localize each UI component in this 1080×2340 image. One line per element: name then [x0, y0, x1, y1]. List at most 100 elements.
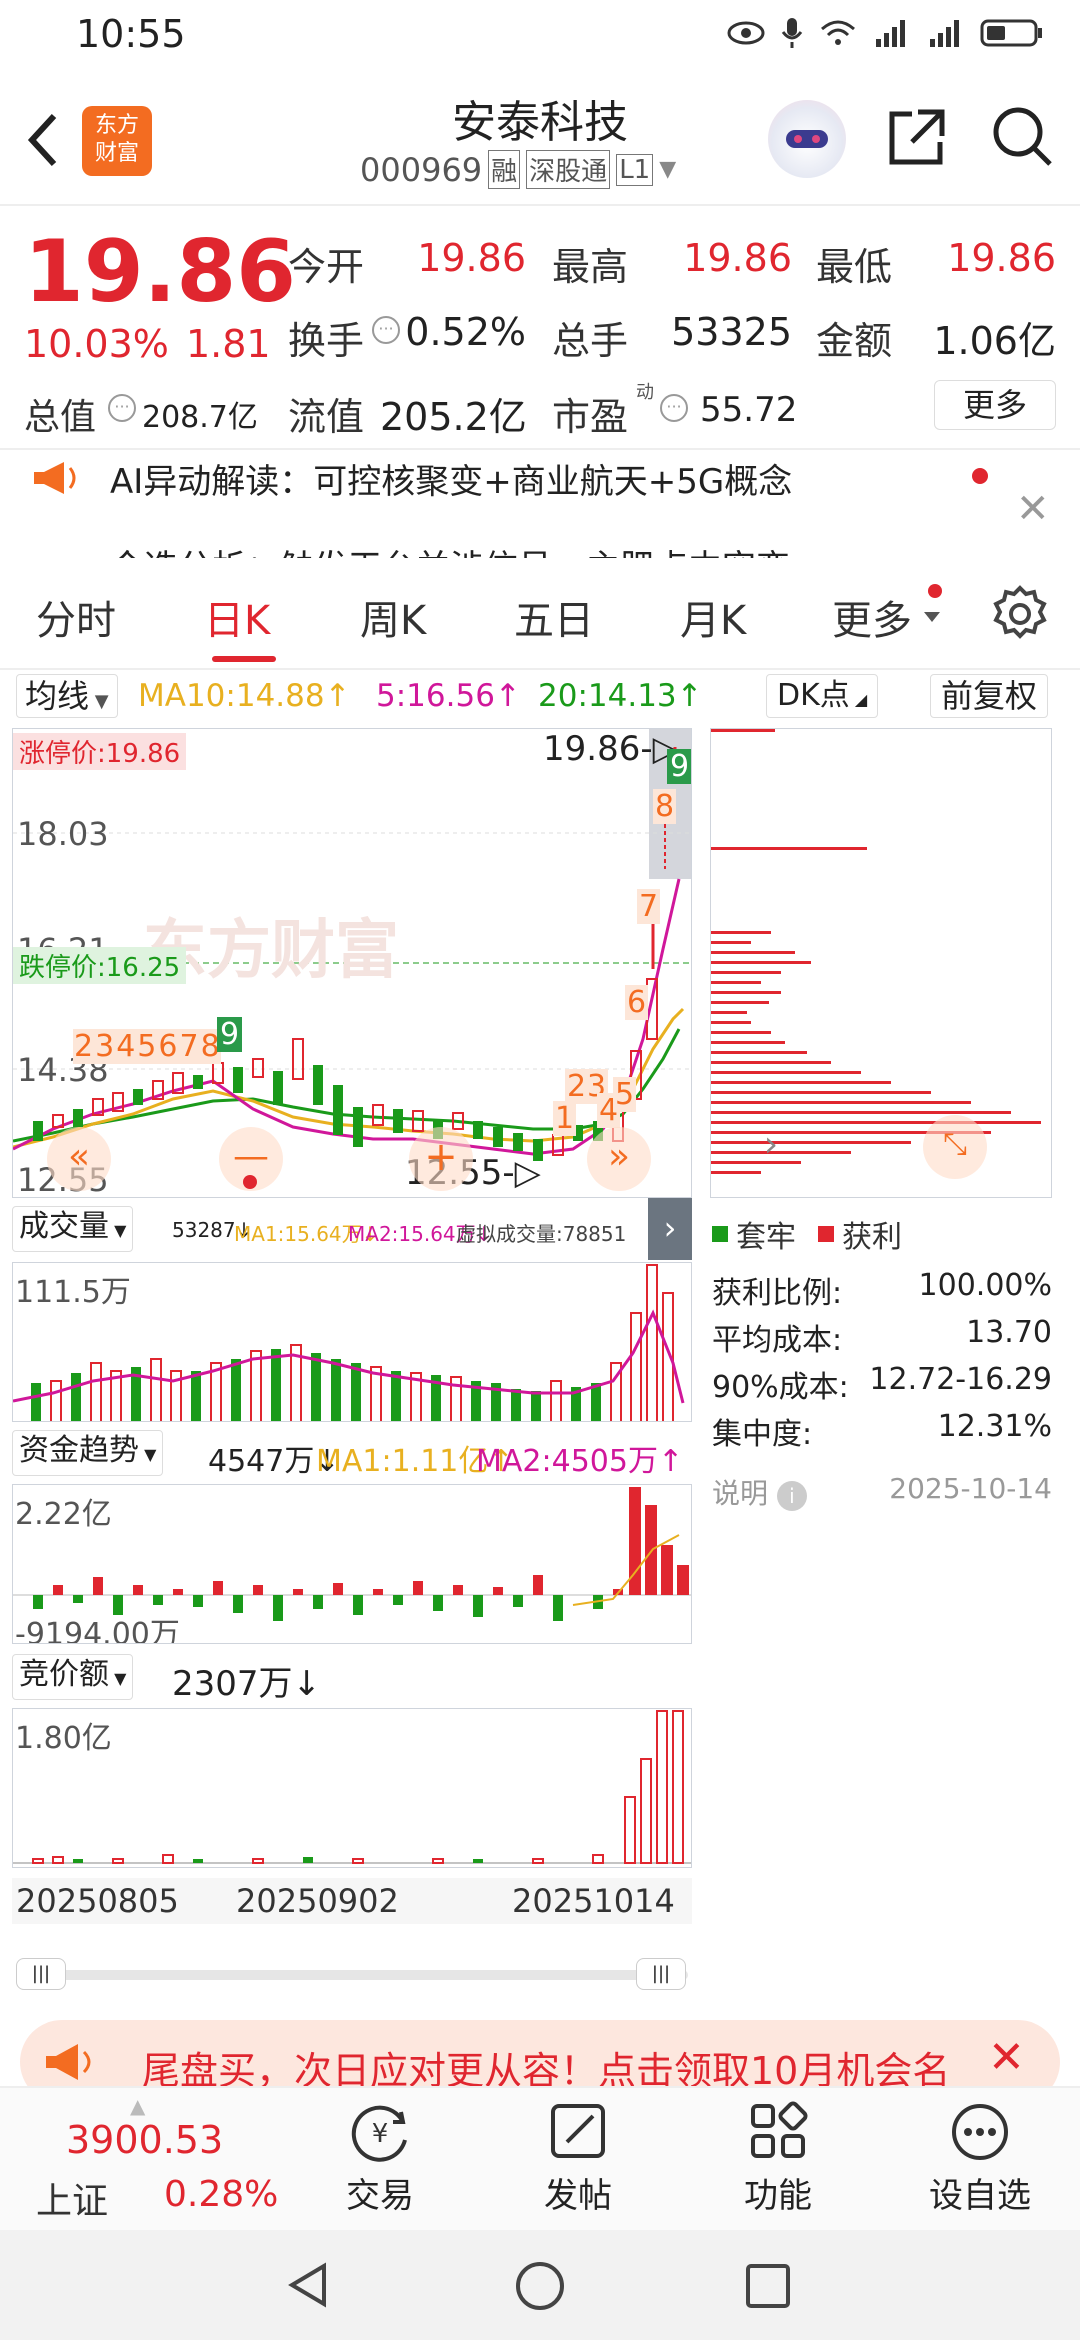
index-pct: 0.28%	[164, 2174, 279, 2215]
share-icon[interactable]	[884, 104, 950, 170]
chip-distribution-chart[interactable]: › ⤡	[710, 728, 1052, 1198]
active-tab-underline	[212, 656, 276, 662]
ma-selector[interactable]: 均线 ▼	[16, 674, 118, 718]
pe-info-icon[interactable]: ···	[660, 394, 688, 422]
mic-icon	[781, 18, 803, 48]
chip-row: 获利比例: 100.00%	[712, 1268, 1052, 1315]
fund-ma2: MA2:4505万↑	[476, 1444, 684, 1479]
legend-profit: 获利	[842, 1220, 902, 1255]
chip-note[interactable]: 说明 i 2025-10-14	[712, 1472, 1052, 1512]
nav-recents-icon[interactable]	[744, 2262, 792, 2310]
mktcap-value: 208.7亿	[142, 400, 258, 435]
period-tabs: 分时 日K 周K 五日 月K 更多	[0, 560, 1080, 670]
change-pct: 10.03%	[24, 322, 169, 366]
fund-selector-label: 资金趋势	[19, 1433, 139, 1468]
profit-swatch	[818, 1226, 834, 1242]
stock-code-line[interactable]: 000969 融 深股通 L1 ▼	[360, 150, 676, 189]
nav-watchlist-label: 设自选	[929, 2176, 1031, 2216]
news-second-line: 今选分析：触发天台并涉信号，主肥点中突变	[110, 540, 790, 558]
turn-4: 4	[115, 1029, 137, 1064]
zoom-dot	[243, 1175, 257, 1189]
dk-point-button[interactable]: DK点 ◢	[766, 674, 879, 718]
dropdown-icon: ▼	[659, 157, 677, 182]
nav-function-label: 功能	[744, 2176, 812, 2216]
chip-expand-icon[interactable]: ⤡	[923, 1115, 987, 1179]
chip-value: 100.00%	[918, 1268, 1052, 1303]
auction-selector[interactable]: 竞价额 ▼	[12, 1654, 134, 1700]
chip-value: 13.70	[966, 1315, 1052, 1350]
mktcap-label: 总值	[24, 397, 97, 438]
tab-monthly-k[interactable]: 月K	[680, 588, 746, 646]
tab-five-day[interactable]: 五日	[514, 588, 594, 646]
chip-left-arrow-icon[interactable]: ›	[739, 1115, 803, 1179]
nav-watchlist[interactable]: 设自选	[910, 2100, 1050, 2220]
turnover-label: 换手	[288, 319, 365, 363]
volume-selector[interactable]: 成交量 ▼	[12, 1206, 134, 1252]
kline-chart[interactable]: 东方财富 涨停价:19.86 18.03 16.21 跌停价:16.25 14.…	[12, 728, 692, 1198]
turn-7: 7	[178, 1029, 200, 1064]
slider-left-handle[interactable]: |||	[16, 1958, 66, 1990]
level-tag: L1	[616, 153, 654, 186]
last-price: 19.86	[24, 222, 297, 322]
limit-up-label: 涨停价:19.86	[13, 733, 187, 770]
range-slider[interactable]: ||| |||	[16, 1958, 688, 1990]
nav-function[interactable]: 功能	[718, 2100, 838, 2220]
more-button[interactable]: 更多	[934, 380, 1056, 430]
chip-row: 集中度: 12.31%	[712, 1409, 1052, 1456]
date-axis: 20250805 20250902 20251014	[12, 1878, 692, 1924]
more-dots-icon	[952, 2104, 1008, 2160]
more-tab-dot	[928, 584, 942, 598]
nav-post[interactable]: 发帖	[518, 2100, 638, 2220]
scroll-right-icon[interactable]: »	[587, 1127, 651, 1191]
more-tab-arrow	[924, 612, 940, 622]
tab-daily-k[interactable]: 日K	[204, 588, 270, 646]
settings-gear-icon[interactable]	[990, 584, 1050, 644]
search-icon[interactable]	[988, 102, 1056, 170]
expand-arrow-icon[interactable]: ›	[648, 1198, 692, 1260]
tab-weekly-k[interactable]: 周K	[360, 588, 426, 646]
zoom-in-icon[interactable]: +	[409, 1127, 473, 1191]
banner-close-icon[interactable]: ✕	[988, 2032, 1025, 2083]
tab-intraday[interactable]: 分时	[36, 588, 116, 646]
high-value: 19.86	[683, 236, 792, 280]
corner-icon: ◢	[849, 690, 868, 709]
info-icon[interactable]: ···	[372, 316, 400, 344]
chip-label: 平均成本:	[712, 1323, 843, 1358]
index-widget[interactable]: ▲ 3900.53 上证 0.28%	[0, 2088, 290, 2232]
yen-refresh-icon: ¥	[351, 2105, 407, 2162]
stock-header: 东方 财富 安泰科技 000969 融 深股通 L1 ▼	[0, 72, 1080, 206]
fund-header: 资金趋势 ▼ 4547万↓ MA1:1.11亿↑ MA2:4505万↑	[12, 1428, 692, 1479]
slider-right-handle[interactable]: |||	[636, 1958, 686, 1990]
fund-chart[interactable]: 2.22亿 -9194.00万	[12, 1484, 692, 1644]
pe-value: 55.72	[700, 390, 798, 430]
news-close-icon[interactable]: ✕	[1016, 486, 1050, 532]
nav-trade[interactable]: ¥ 交易	[320, 2100, 440, 2220]
open-label: 今开	[288, 245, 365, 289]
scroll-left-icon[interactable]: «	[47, 1127, 111, 1191]
ma20-value: 20:14.13↑	[538, 678, 703, 714]
signal-icon-2	[930, 20, 959, 47]
mktcap-info-icon[interactable]: ···	[108, 394, 136, 422]
turn-2: 2	[73, 1029, 95, 1064]
auction-selector-label: 竞价额	[19, 1657, 109, 1692]
auction-chart[interactable]: 1.80亿	[12, 1708, 692, 1868]
nav-home-icon[interactable]	[514, 2260, 566, 2312]
fund-selector[interactable]: 资金趋势 ▼	[12, 1430, 164, 1476]
svg-text:¥: ¥	[372, 2119, 389, 2149]
turn-5: 5	[136, 1029, 158, 1064]
date-2: 20250902	[236, 1882, 399, 1920]
nav-back-icon[interactable]	[284, 2260, 334, 2310]
connect-tag: 深股通	[526, 150, 611, 189]
robot-avatar[interactable]	[768, 100, 846, 178]
adjust-button[interactable]: 前复权	[930, 674, 1049, 718]
turn-5-right: 5	[613, 1077, 637, 1112]
turn-9-left: 9	[217, 1017, 243, 1052]
ma-selector-label: 均线	[25, 677, 90, 715]
news-headline[interactable]: AI异动解读：可控核聚变+商业航天+5G概念	[110, 454, 792, 503]
volume-chart[interactable]: 111.5万	[12, 1262, 692, 1422]
news-area[interactable]: AI异动解读：可控核聚变+商业航天+5G概念 ✕ 今选分析：触发天台并涉信号，主…	[0, 448, 1080, 558]
ma-bar: 均线 ▼ MA10:14.88↑ 5:16.56↑ 20:14.13↑ DK点 …	[0, 672, 1080, 724]
tab-more[interactable]: 更多	[832, 588, 912, 646]
edit-icon	[551, 2104, 605, 2158]
turn-6: 6	[157, 1029, 179, 1064]
